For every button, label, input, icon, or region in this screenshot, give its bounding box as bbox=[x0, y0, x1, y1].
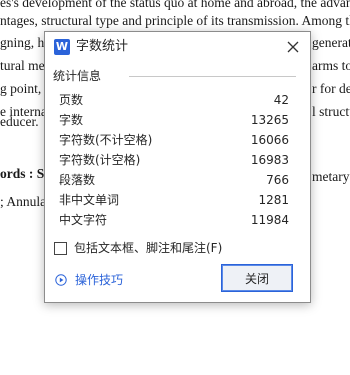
word-count-dialog: W 字数统计 统计信息 页数 42 字数 13265 字符数(不计空格) 160… bbox=[44, 31, 311, 303]
document-text-fragment: arms to th bbox=[312, 58, 350, 73]
stat-row-paragraphs: 段落数 766 bbox=[59, 170, 289, 190]
stat-value: 11984 bbox=[250, 213, 289, 227]
document-text-line: ntages, structural type and principle of… bbox=[0, 13, 350, 28]
document-text-fragment: generated bbox=[312, 35, 350, 50]
document-text-fragment: l structur bbox=[312, 104, 350, 119]
stat-label: 字数 bbox=[59, 113, 84, 127]
stat-row-non-chinese-words: 非中文单词 1281 bbox=[59, 190, 289, 210]
close-button[interactable]: 关闭 bbox=[221, 264, 293, 292]
stat-label: 字符数(计空格) bbox=[59, 153, 141, 167]
stat-row-words: 字数 13265 bbox=[59, 110, 289, 130]
stat-row-chinese-chars: 中文字符 11984 bbox=[59, 210, 289, 230]
stat-row-chars-no-spaces: 字符数(不计空格) 16066 bbox=[59, 130, 289, 150]
stat-value: 42 bbox=[273, 93, 289, 107]
stat-row-pages: 页数 42 bbox=[59, 90, 289, 110]
document-text-fragment: metary gea bbox=[312, 169, 350, 184]
group-divider bbox=[129, 76, 296, 77]
close-icon[interactable] bbox=[284, 38, 302, 56]
stat-label: 段落数 bbox=[59, 173, 96, 187]
wps-writer-icon: W bbox=[54, 39, 70, 55]
stat-value: 16066 bbox=[250, 133, 289, 147]
dialog-titlebar[interactable]: W 字数统计 bbox=[45, 32, 310, 62]
stat-label: 页数 bbox=[59, 93, 84, 107]
stat-label: 字符数(不计空格) bbox=[59, 133, 153, 147]
statistics-group-label: 统计信息 bbox=[53, 68, 104, 84]
stat-value: 1281 bbox=[258, 193, 289, 207]
include-textboxes-label: 包括文本框、脚注和尾注(F) bbox=[74, 241, 223, 255]
operation-tips-label: 操作技巧 bbox=[75, 273, 124, 287]
stat-row-chars-with-spaces: 字符数(计空格) 16983 bbox=[59, 150, 289, 170]
include-textboxes-checkbox[interactable] bbox=[54, 242, 67, 255]
play-circle-icon bbox=[55, 273, 67, 286]
document-text-fragment: r for desi bbox=[312, 81, 350, 96]
dialog-title: 字数统计 bbox=[76, 39, 129, 54]
stat-value: 766 bbox=[266, 173, 289, 187]
document-text-line: es's development of the status quo at ho… bbox=[0, 0, 350, 10]
stat-label: 非中文单词 bbox=[59, 193, 120, 207]
stat-value: 13265 bbox=[250, 113, 289, 127]
stat-value: 16983 bbox=[250, 153, 289, 167]
stat-label: 中文字符 bbox=[59, 213, 108, 227]
